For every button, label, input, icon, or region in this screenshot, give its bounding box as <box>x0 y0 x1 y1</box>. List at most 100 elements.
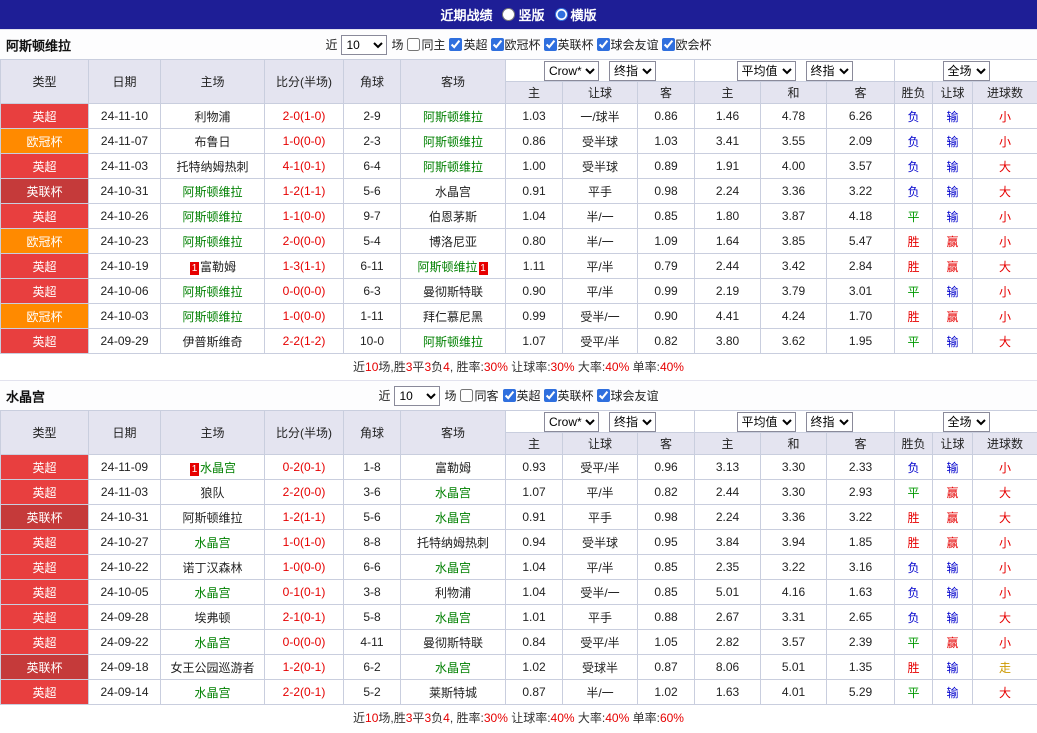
team-link[interactable]: 水晶宫 <box>435 511 471 525</box>
team-link[interactable]: 富勒姆 <box>435 461 471 475</box>
league-filter[interactable]: 英超 <box>502 387 541 404</box>
match-score[interactable]: 1-2(1-1) <box>264 504 344 530</box>
team-link[interactable]: 阿斯顿维拉 <box>423 110 483 124</box>
layout-option-vertical[interactable]: 竖版 <box>502 5 545 24</box>
team-link[interactable]: 布鲁日 <box>194 135 230 149</box>
team-link[interactable]: 水晶宫 <box>194 686 230 700</box>
home-team[interactable]: 水晶宫 <box>160 579 265 605</box>
away-team[interactable]: 水晶宫 <box>400 604 506 630</box>
away-team[interactable]: 莱斯特城 <box>400 679 506 705</box>
league-filter[interactable]: 英联杯 <box>543 387 594 404</box>
away-team[interactable]: 阿斯顿维拉 <box>400 153 506 179</box>
team-link[interactable]: 阿斯顿维拉 <box>182 210 242 224</box>
team-link[interactable]: 水晶宫 <box>435 185 471 199</box>
same-venue-checkbox[interactable] <box>460 389 474 402</box>
home-team[interactable]: 伊普斯维奇 <box>160 328 265 354</box>
match-score[interactable]: 0-2(0-1) <box>264 454 344 480</box>
match-score[interactable]: 0-0(0-0) <box>264 278 344 304</box>
home-team[interactable]: 女王公园巡游者 <box>160 654 265 680</box>
europe-avg-select[interactable]: 平均值 <box>736 60 796 81</box>
away-team[interactable]: 水晶宫 <box>400 479 506 505</box>
match-score[interactable]: 2-2(1-2) <box>264 328 344 354</box>
bookmaker-select[interactable]: Crow* <box>544 60 600 81</box>
home-team[interactable]: 阿斯顿维拉 <box>160 278 265 304</box>
bookmaker-select[interactable]: Crow* <box>544 411 600 432</box>
match-score[interactable]: 2-2(0-1) <box>264 679 344 705</box>
match-score[interactable]: 1-0(0-0) <box>264 554 344 580</box>
home-team[interactable]: 阿斯顿维拉 <box>160 303 265 329</box>
match-score[interactable]: 4-1(0-1) <box>264 153 344 179</box>
team-link[interactable]: 富勒姆 <box>200 260 236 274</box>
league-filter[interactable]: 球会友谊 <box>596 387 659 404</box>
home-team[interactable]: 布鲁日 <box>160 128 265 154</box>
horizontal-layout-radio[interactable] <box>554 8 568 21</box>
team-link[interactable]: 利物浦 <box>435 586 471 600</box>
away-team[interactable]: 托特纳姆热刺 <box>400 529 506 555</box>
recent-count-select[interactable]: 10 <box>394 385 441 406</box>
team-link[interactable]: 阿斯顿维拉 <box>182 285 242 299</box>
team-link[interactable]: 阿斯顿维拉 <box>423 160 483 174</box>
team-link[interactable]: 狼队 <box>200 486 224 500</box>
team-link[interactable]: 托特纳姆热刺 <box>176 160 248 174</box>
away-team[interactable]: 曼彻斯特联 <box>400 629 506 655</box>
home-team[interactable]: 水晶宫 <box>160 679 265 705</box>
team-link[interactable]: 阿斯顿维拉 <box>182 511 242 525</box>
team-link[interactable]: 女王公园巡游者 <box>170 661 254 675</box>
away-team[interactable]: 水晶宫 <box>400 504 506 530</box>
match-score[interactable]: 0-1(0-1) <box>264 579 344 605</box>
match-score[interactable]: 2-1(0-1) <box>264 604 344 630</box>
team-link[interactable]: 阿斯顿维拉 <box>417 260 477 274</box>
team-link[interactable]: 诺丁汉森林 <box>182 561 242 575</box>
match-score[interactable]: 1-1(0-0) <box>264 203 344 229</box>
team-link[interactable]: 阿斯顿维拉 <box>182 310 242 324</box>
home-team[interactable]: 水晶宫 <box>160 529 265 555</box>
same-venue-checkbox[interactable] <box>407 38 421 51</box>
league-checkbox[interactable] <box>543 38 557 51</box>
away-team[interactable]: 阿斯顿维拉 <box>400 103 506 129</box>
league-filter[interactable]: 英超 <box>449 36 488 53</box>
away-team[interactable]: 博洛尼亚 <box>400 228 506 254</box>
europe-avg-select[interactable]: 平均值 <box>736 411 796 432</box>
team-link[interactable]: 水晶宫 <box>435 611 471 625</box>
match-score[interactable]: 1-0(0-0) <box>264 303 344 329</box>
home-team[interactable]: 水晶宫 <box>160 629 265 655</box>
team-link[interactable]: 水晶宫 <box>194 636 230 650</box>
league-checkbox[interactable] <box>490 38 504 51</box>
recent-count-select[interactable]: 10 <box>341 34 388 55</box>
home-team[interactable]: 阿斯顿维拉 <box>160 203 265 229</box>
team-link[interactable]: 水晶宫 <box>200 461 236 475</box>
same-venue-filter[interactable]: 同客 <box>460 387 499 404</box>
match-score[interactable]: 1-0(0-0) <box>264 128 344 154</box>
league-checkbox[interactable] <box>661 38 675 51</box>
away-team[interactable]: 水晶宫 <box>400 178 506 204</box>
home-team[interactable]: 阿斯顿维拉 <box>160 178 265 204</box>
vertical-layout-radio[interactable] <box>502 8 516 21</box>
team-link[interactable]: 水晶宫 <box>194 586 230 600</box>
team-link[interactable]: 水晶宫 <box>435 561 471 575</box>
match-score[interactable]: 1-0(1-0) <box>264 529 344 555</box>
away-team[interactable]: 阿斯顿维拉 <box>400 128 506 154</box>
europe-final-select[interactable]: 终指 <box>805 411 853 432</box>
team-link[interactable]: 阿斯顿维拉 <box>182 185 242 199</box>
league-filter[interactable]: 欧会杯 <box>661 36 712 53</box>
team-link[interactable]: 埃弗顿 <box>194 611 230 625</box>
away-team[interactable]: 伯恩茅斯 <box>400 203 506 229</box>
europe-final-select[interactable]: 终指 <box>805 60 853 81</box>
team-link[interactable]: 水晶宫 <box>194 536 230 550</box>
asian-final-select[interactable]: 终指 <box>609 411 657 432</box>
away-team[interactable]: 阿斯顿维拉 1 <box>400 253 506 279</box>
team-link[interactable]: 曼彻斯特联 <box>423 285 483 299</box>
match-score[interactable]: 2-0(0-0) <box>264 228 344 254</box>
team-link[interactable]: 莱斯特城 <box>429 686 477 700</box>
scope-select[interactable]: 全场 <box>942 411 990 432</box>
away-team[interactable]: 水晶宫 <box>400 554 506 580</box>
away-team[interactable]: 拜仁慕尼黑 <box>400 303 506 329</box>
team-link[interactable]: 伯恩茅斯 <box>429 210 477 224</box>
away-team[interactable]: 富勒姆 <box>400 454 506 480</box>
asian-final-select[interactable]: 终指 <box>609 60 657 81</box>
team-link[interactable]: 伊普斯维奇 <box>182 335 242 349</box>
same-venue-filter[interactable]: 同主 <box>407 36 445 53</box>
team-link[interactable]: 阿斯顿维拉 <box>423 135 483 149</box>
league-checkbox[interactable] <box>596 38 610 51</box>
league-checkbox[interactable] <box>543 389 557 402</box>
